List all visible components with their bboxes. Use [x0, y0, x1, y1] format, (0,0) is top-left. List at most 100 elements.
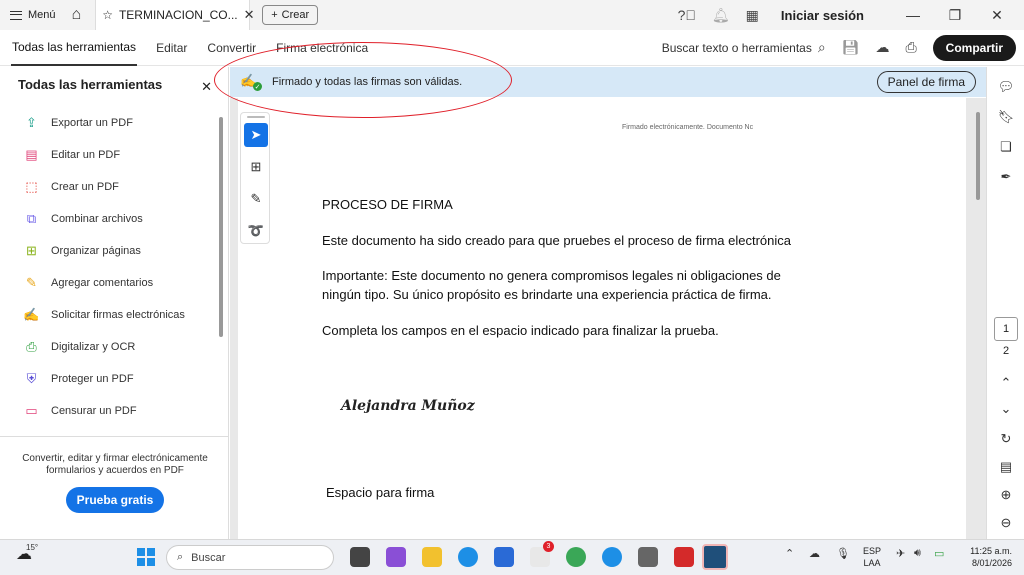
doc-paragraph-3: Completa los campos en el espacio indica…: [322, 323, 719, 338]
annotation-ellipse: [214, 42, 512, 118]
promo-text: Convertir, editar y firmar electrónicame…: [22, 453, 208, 476]
volume-icon[interactable]: 🔊︎: [914, 547, 921, 560]
copilot-icon[interactable]: [386, 547, 406, 567]
doc-paragraph-2: Importante: Este documento no genera com…: [322, 268, 781, 302]
close-tab-icon[interactable]: ✕: [244, 7, 255, 23]
bell-icon[interactable]: 🔔︎: [712, 7, 730, 24]
clock[interactable]: 11:25 a.m. 8/01/2026: [962, 545, 1012, 569]
tool-item[interactable]: ⬚ Crear un PDF: [0, 171, 220, 203]
file-explorer-icon[interactable]: [422, 547, 442, 567]
search-tools-label[interactable]: Buscar texto o herramientas: [662, 41, 812, 55]
chevron-up-icon[interactable]: ⌃: [996, 373, 1016, 393]
tool-item[interactable]: ⎙ Digitalizar y OCR: [0, 331, 220, 363]
edge-icon[interactable]: [458, 547, 478, 567]
document-viewer[interactable]: Firmado electrónicamente. Documento Nc P…: [230, 98, 986, 539]
zoom-in-icon[interactable]: ⊕: [996, 485, 1016, 505]
fill-sign-icon[interactable]: ✒: [996, 167, 1016, 187]
right-rail: 💬︎ 🔖︎ ❏ ✒ 1 2 ⌃ ⌄ ↻ ▤ ⊕ ⊖: [986, 67, 1024, 539]
calculator-icon[interactable]: [638, 547, 658, 567]
tools-scrollbar[interactable]: [219, 117, 223, 337]
tool-label: Exportar un PDF: [51, 117, 133, 129]
tool-item[interactable]: ✎ Agregar comentarios: [0, 267, 220, 299]
sync-icon[interactable]: [602, 547, 622, 567]
zoom-out-icon[interactable]: ⊖: [996, 513, 1016, 533]
combine-files-icon: ⧉: [26, 211, 37, 226]
restore-icon[interactable]: ❐: [942, 7, 968, 24]
save-icon[interactable]: 💾︎: [842, 39, 860, 56]
rotate-icon[interactable]: ↻: [996, 429, 1016, 449]
tool-label: Censurar un PDF: [51, 405, 137, 417]
minimize-icon[interactable]: —: [900, 7, 926, 23]
chrome-icon[interactable]: [566, 547, 586, 567]
task-view-icon[interactable]: [350, 547, 370, 567]
scan-ocr-icon: ⎙: [26, 339, 37, 354]
tool-item[interactable]: ⛨ Proteger un PDF: [0, 363, 220, 395]
search-icon[interactable]: ⌕: [818, 39, 826, 56]
help-icon[interactable]: ?⃝: [678, 7, 696, 23]
taskbar-search[interactable]: ⌕ Buscar: [166, 545, 334, 570]
apps-grid-icon[interactable]: ▦: [746, 7, 759, 24]
signature-panel-button[interactable]: Panel de firma: [876, 71, 976, 93]
home-icon[interactable]: ⌂: [72, 6, 82, 24]
tools-list: ⇪ Exportar un PDF ▤ Editar un PDF ⬚ Crear un …: [0, 107, 220, 437]
tool-item[interactable]: ⧉ Combinar archivos: [0, 203, 220, 235]
menu-edit[interactable]: Editar: [155, 30, 188, 66]
close-panel-icon[interactable]: ✕: [201, 79, 212, 95]
airplane-mode-icon[interactable]: ✈: [896, 547, 905, 560]
chevron-down-icon[interactable]: ⌄: [996, 399, 1016, 419]
menu-button[interactable]: Menú: [10, 9, 56, 21]
free-trial-button[interactable]: Prueba gratis: [66, 487, 164, 513]
comment-icon: ✎: [26, 275, 37, 290]
tool-item[interactable]: ✍ Solicitar firmas electrónicas: [0, 299, 220, 331]
notification-badge: 3: [543, 541, 554, 552]
doc-title: PROCESO DE FIRMA: [322, 197, 453, 212]
document-tab[interactable]: ☆ TERMINACION_CO... ✕: [95, 0, 255, 30]
add-comment-icon[interactable]: ⊞: [244, 155, 268, 179]
acrobat-icon[interactable]: [674, 547, 694, 567]
tool-item[interactable]: ⊞ Organizar páginas: [0, 235, 220, 267]
share-button[interactable]: Compartir: [932, 34, 1016, 61]
close-window-icon[interactable]: ✕: [984, 7, 1010, 24]
tool-item[interactable]: ▤ Editar un PDF: [0, 139, 220, 171]
page-2-button[interactable]: 2: [994, 345, 1018, 357]
edit-pdf-icon: ▤: [25, 147, 38, 162]
signin-button[interactable]: Iniciar sesión: [781, 8, 864, 23]
menu-bar: Todas las herramientas Editar Convertir …: [0, 30, 1024, 66]
draw-freeform-icon[interactable]: ➰: [244, 219, 268, 243]
signature: Alejandra Muñoz: [341, 398, 475, 414]
cloud-sync-icon[interactable]: ☁: [809, 547, 820, 560]
language-indicator[interactable]: ESP LAA: [863, 545, 881, 569]
quick-tools-toolbar: ➤ ⊞ ✎ ➰: [240, 112, 270, 244]
document-scrollbar[interactable]: [976, 112, 980, 200]
highlight-pen-icon[interactable]: ✎: [244, 187, 268, 211]
new-tab-button[interactable]: + Crear: [262, 5, 319, 25]
store-icon[interactable]: [494, 547, 514, 567]
battery-icon[interactable]: ▭: [934, 547, 944, 560]
select-cursor-icon[interactable]: ➤: [244, 123, 268, 147]
upload-cloud-icon[interactable]: ☁: [875, 39, 889, 56]
tool-label: Crear un PDF: [51, 181, 119, 193]
print-icon[interactable]: ⎙: [905, 39, 916, 56]
pages-thumbnail-icon[interactable]: ❏: [996, 137, 1016, 157]
doc-paragraph-1: Este documento ha sido creado para que p…: [322, 233, 792, 248]
tray-chevron-icon[interactable]: ⌃: [785, 547, 794, 560]
page-fit-icon[interactable]: ▤: [996, 457, 1016, 477]
signature-space-label: Espacio para firma: [326, 485, 435, 500]
tools-panel-title: Todas las herramientas: [18, 76, 163, 92]
comments-icon[interactable]: 💬︎: [996, 77, 1016, 97]
tool-label: Proteger un PDF: [51, 373, 134, 385]
slack-icon[interactable]: 3: [530, 541, 554, 567]
create-pdf-icon: ⬚: [25, 179, 38, 194]
star-icon[interactable]: ☆: [102, 8, 113, 22]
microphone-icon[interactable]: 🎙︎: [836, 547, 850, 560]
doc-header-text: Firmado electrónicamente. Documento Nc: [622, 124, 754, 131]
page-1-button[interactable]: 1: [994, 317, 1018, 341]
bookmark-icon[interactable]: 🔖︎: [996, 107, 1016, 127]
tool-item[interactable]: ▭ Censurar un PDF: [0, 395, 220, 427]
export-pdf-icon: ⇪: [26, 115, 37, 130]
active-app-icon[interactable]: [702, 544, 728, 570]
tool-item[interactable]: ⇪ Exportar un PDF: [0, 107, 220, 139]
windows-start-icon[interactable]: [137, 548, 155, 566]
menu-all-tools[interactable]: Todas las herramientas: [11, 30, 138, 66]
toolbar-grip[interactable]: [247, 116, 265, 118]
